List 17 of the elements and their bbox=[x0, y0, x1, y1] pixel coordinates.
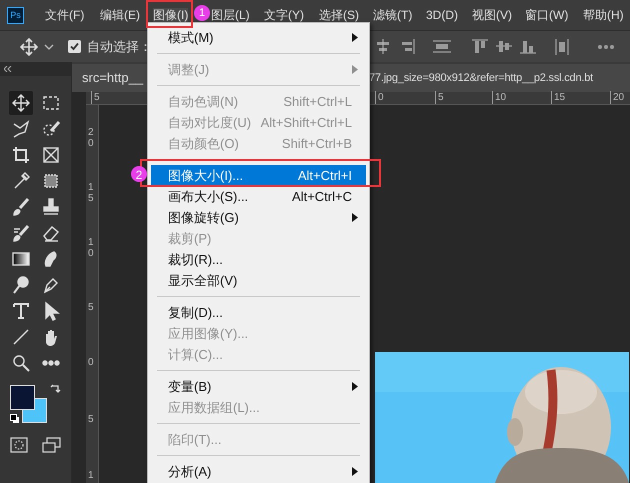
app-logo: Ps bbox=[7, 6, 24, 24]
ruler-label: 20 bbox=[610, 91, 624, 104]
ruler-label: 10 bbox=[492, 91, 506, 104]
ruler-label: 15 bbox=[551, 91, 566, 104]
ruler-label: 5 bbox=[435, 91, 444, 104]
ruler-label: 15 bbox=[88, 182, 95, 204]
ruler-label: 20 bbox=[88, 127, 95, 149]
auto-select-label: 自动选择： bbox=[87, 38, 152, 56]
ruler-label: 0 bbox=[375, 91, 384, 104]
ruler-label: 10 bbox=[88, 237, 95, 259]
ruler-label: 5 bbox=[91, 91, 100, 104]
document-tab-title: 77.jpg_size=980x912&refer=http__p2.ssl.cdn.bt bbox=[369, 70, 593, 86]
ruler-label: 1 bbox=[88, 470, 95, 481]
document-tab-title: src=http__ bbox=[82, 69, 144, 88]
ruler-label: 5 bbox=[88, 414, 95, 425]
ruler-label: 0 bbox=[88, 357, 95, 368]
ruler-label: 5 bbox=[88, 302, 95, 313]
